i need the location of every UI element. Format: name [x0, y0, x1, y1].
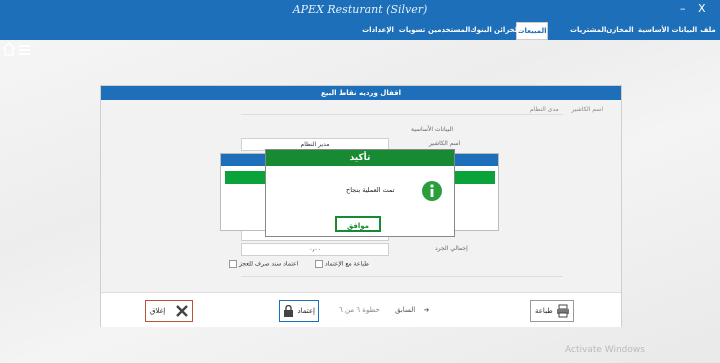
window-close-button[interactable]: X: [698, 2, 706, 15]
app-title: APEX Resturant (Silver): [292, 3, 428, 16]
step-indicator: خطوة ٦ من ٦: [339, 306, 380, 314]
menu-settlements[interactable]: تسويات: [398, 22, 426, 38]
menu-users[interactable]: المستخدمين: [428, 22, 470, 38]
menu-settings[interactable]: الإعدادات: [360, 22, 396, 38]
close-x-icon: [176, 305, 188, 317]
approve-label: إعتماد: [297, 307, 315, 315]
menu-treasuries[interactable]: الخزائن: [494, 22, 520, 38]
activate-windows-watermark: Activate Windows: [565, 345, 645, 355]
confirm-title: تأكيد: [266, 150, 454, 166]
ok-button[interactable]: موافق: [335, 216, 381, 232]
divider: [241, 276, 563, 277]
tab-strip: مدى النظام اسم الكاشير: [520, 104, 603, 114]
menu-sales[interactable]: المبيعات: [516, 22, 548, 40]
divider: [241, 114, 563, 115]
lock-icon: [284, 305, 293, 317]
arrow-right-icon: ➔: [423, 306, 430, 314]
menu-basic-data[interactable]: البيانات الأساسية: [638, 22, 697, 38]
info-icon: [421, 180, 443, 205]
tab-cashier-name[interactable]: اسم الكاشير: [572, 106, 603, 113]
print-with-approval-label: طباعة مع الإعتماد: [325, 260, 369, 268]
print-button[interactable]: طباعة: [530, 300, 574, 322]
menu-file[interactable]: ملف: [698, 22, 718, 38]
confirm-message: تمت العملية بنجاح: [346, 186, 395, 194]
close-label: إغلاق: [150, 307, 166, 315]
printer-icon: [557, 304, 569, 318]
checkbox-box: [229, 260, 237, 268]
print-with-approval-checkbox[interactable]: طباعة مع الإعتماد: [315, 260, 369, 268]
cashier-label: اسم الكاشير: [429, 140, 461, 147]
previous-label: السابق: [395, 306, 416, 314]
close-button[interactable]: إغلاق: [145, 300, 193, 322]
menu-purchases[interactable]: المشتريات: [570, 22, 606, 38]
tab-system-range[interactable]: مدى النظام: [530, 106, 559, 113]
section-basic-label: البيانات الأساسية: [411, 126, 453, 133]
previous-button[interactable]: السابق ➔: [395, 300, 429, 320]
hamburger-icon[interactable]: [19, 45, 30, 57]
menu-stores[interactable]: المخازن: [605, 22, 635, 38]
field3-label: إجمالي الجرد: [435, 245, 468, 252]
confirm-dialog: تأكيد تمت العملية بنجاح موافق: [265, 149, 455, 237]
window-minimize-button[interactable]: –: [680, 2, 686, 15]
print-label: طباعة: [535, 307, 553, 315]
checkbox-box: [315, 260, 323, 268]
approve-button[interactable]: إعتماد: [279, 300, 319, 322]
field3-input[interactable]: ٠٫٠٠: [241, 243, 389, 256]
menu-bar: ملف البيانات الأساسية المخازن المشتريات …: [0, 20, 720, 56]
home-icon[interactable]: [2, 41, 16, 59]
approve-deficit-label: اعتماد سند صرف للعجز: [239, 260, 299, 268]
dialog-footer: طباعة السابق ➔ خطوة ٦ من ٦ إعتماد إغلاق: [101, 292, 621, 327]
menu-banks[interactable]: البنوك: [470, 22, 492, 38]
title-bar: APEX Resturant (Silver) X –: [0, 0, 720, 20]
dialog-title: اقفال ورديه نقاط البيع: [101, 86, 621, 100]
approve-deficit-checkbox[interactable]: اعتماد سند صرف للعجز: [229, 260, 298, 268]
